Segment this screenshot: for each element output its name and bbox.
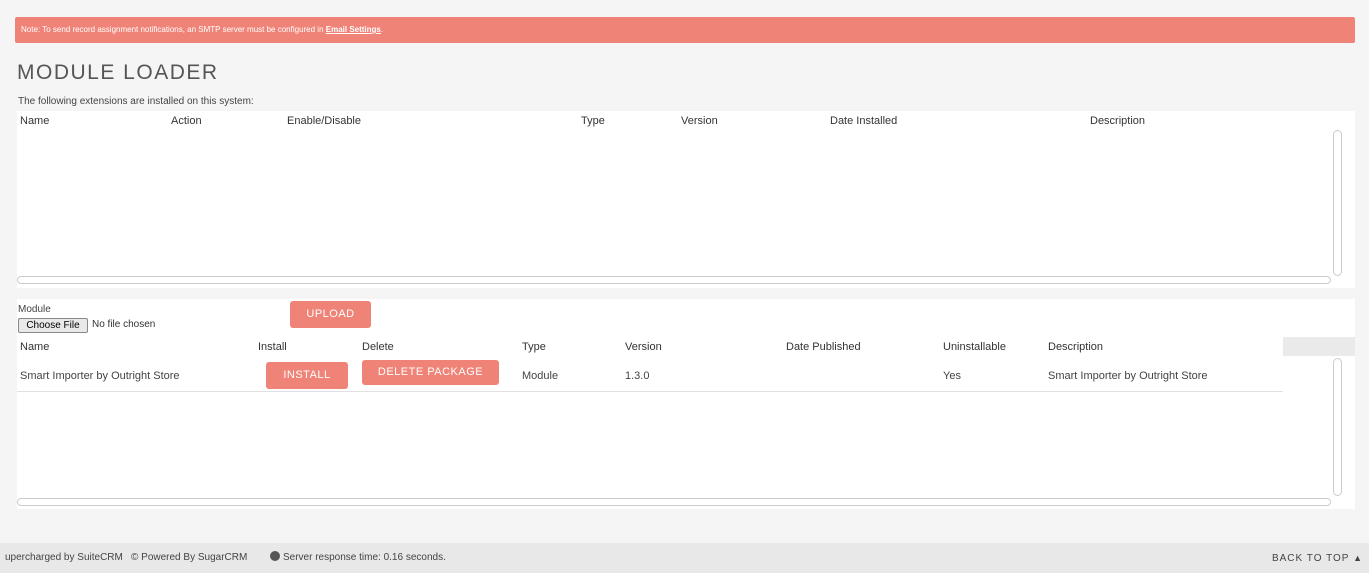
choose-file-button[interactable]: Choose File	[18, 318, 88, 333]
installed-col-type: Type	[581, 115, 605, 127]
smtp-notice-banner: Note: To send record assignment notifica…	[15, 17, 1355, 43]
footer: upercharged by SuiteCRM © Powered By Sug…	[0, 543, 1369, 573]
packages-table	[17, 337, 1355, 509]
installed-col-version: Version	[681, 115, 718, 127]
packages-header-filler	[1283, 337, 1355, 356]
back-to-top-label: BACK TO TOP	[1271, 553, 1350, 564]
upload-button[interactable]: UPLOAD	[290, 301, 371, 328]
installed-caption: The following extensions are installed o…	[18, 96, 254, 107]
email-settings-link[interactable]: Email Settings	[326, 25, 381, 34]
supercharged-link[interactable]: upercharged by SuiteCRM	[5, 543, 123, 573]
notice-end: .	[380, 25, 384, 34]
packages-col-uninstallable: Uninstallable	[943, 341, 1006, 353]
install-button[interactable]: INSTALL	[266, 362, 348, 389]
file-status: No file chosen	[92, 319, 156, 330]
installed-col-action: Action	[171, 115, 202, 127]
package-uninstallable: Yes	[943, 370, 961, 382]
installed-col-name: Name	[20, 115, 50, 127]
installed-col-enable: Enable/Disable	[287, 115, 361, 127]
row-divider	[17, 391, 1283, 392]
page-title: MODULE LOADER	[17, 61, 219, 84]
installed-vertical-scrollbar[interactable]	[1333, 130, 1342, 276]
packages-col-version: Version	[625, 341, 662, 353]
packages-col-date-published: Date Published	[786, 341, 861, 353]
upload-area	[17, 299, 1355, 337]
server-response: Server response time: 0.16 seconds.	[270, 543, 446, 573]
powered-by-link[interactable]: © Powered By SugarCRM	[131, 543, 247, 573]
packages-col-delete: Delete	[362, 341, 394, 353]
packages-col-name: Name	[20, 341, 50, 353]
package-name: Smart Importer by Outright Store	[20, 370, 180, 382]
packages-col-type: Type	[522, 341, 546, 353]
package-type: Module	[522, 370, 559, 382]
caret-up-icon: ▲	[1353, 553, 1363, 563]
packages-horizontal-scrollbar[interactable]	[17, 498, 1331, 506]
globe-icon	[270, 551, 280, 561]
package-description: Smart Importer by Outright Store	[1048, 370, 1208, 382]
installed-col-description: Description	[1090, 115, 1146, 127]
package-version: 1.3.0	[625, 370, 650, 382]
notice-text: Note: To send record assignment notifica…	[21, 25, 326, 34]
module-label: Module	[18, 304, 51, 315]
installed-horizontal-scrollbar[interactable]	[17, 276, 1331, 284]
packages-vertical-scrollbar[interactable]	[1333, 358, 1342, 496]
packages-col-description: Description	[1048, 341, 1104, 353]
packages-col-install: Install	[258, 341, 287, 353]
delete-package-button[interactable]: DELETE PACKAGE	[362, 360, 499, 385]
server-response-text: Server response time: 0.16 seconds.	[283, 552, 446, 563]
back-to-top-link[interactable]: BACK TO TOP ▲	[1272, 543, 1363, 573]
installed-col-date-installed: Date Installed	[830, 115, 898, 127]
installed-extensions-table	[17, 111, 1355, 288]
